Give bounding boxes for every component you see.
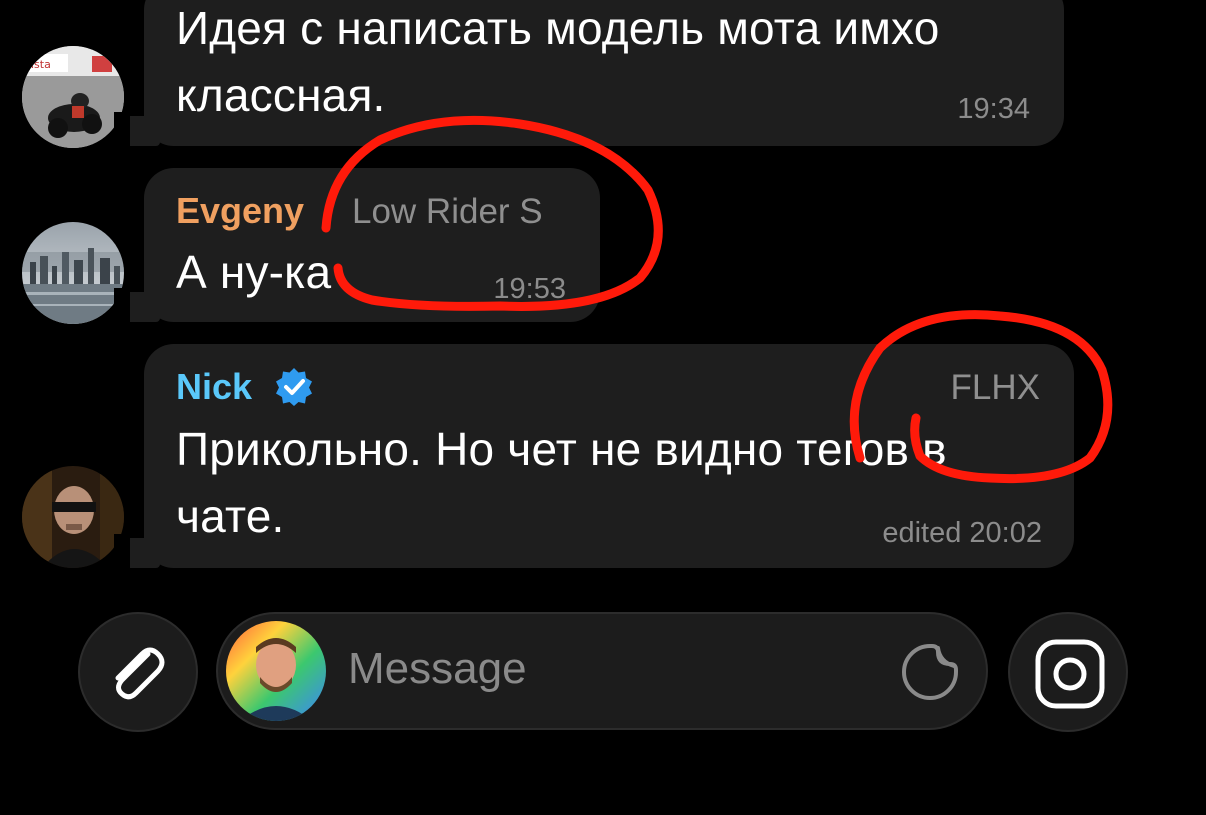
chat-screen: ista Идея с написать модель мота имхо кл… [0,0,1206,815]
sender-tag: FLHX [950,368,1040,407]
message-text: Идея с написать модель мота имхо [176,2,940,54]
message-text: классная. [176,69,386,121]
message-text: Прикольно. Но чет не видно тегов в [176,423,947,475]
camera-icon [1034,638,1106,710]
avatar-moto-rider[interactable]: ista [22,46,124,148]
sticker-icon[interactable] [900,642,960,702]
message-bubble-3[interactable]: Nick FLHX Прикольно. Но чет не видно тег… [114,344,1074,568]
attach-button[interactable] [78,612,198,732]
message-bubble-2[interactable]: Evgeny Low Rider S А ну-ка 19:53 [114,168,600,322]
verified-badge-icon [274,366,314,406]
message-time: 19:34 [957,93,1030,125]
sender-name[interactable]: Nick [176,366,252,408]
paperclip-icon [102,636,174,708]
message-input[interactable]: Message [216,612,988,730]
sender-name[interactable]: Evgeny [176,190,304,232]
sender-tag: Low Rider S [352,192,543,231]
avatar-nick[interactable] [22,466,124,568]
message-time: edited 20:02 [882,517,1042,549]
message-text: чате. [176,490,285,542]
avatar-evgeny[interactable] [22,222,124,324]
camera-button[interactable] [1008,612,1128,732]
message-placeholder: Message [348,644,527,693]
svg-text:ista: ista [31,58,51,71]
message-text: А ну-ка [176,246,332,298]
message-time: 19:53 [493,273,566,305]
my-avatar[interactable] [226,621,326,721]
message-bubble-1[interactable]: Идея с написать модель мота имхо классна… [114,0,1064,146]
